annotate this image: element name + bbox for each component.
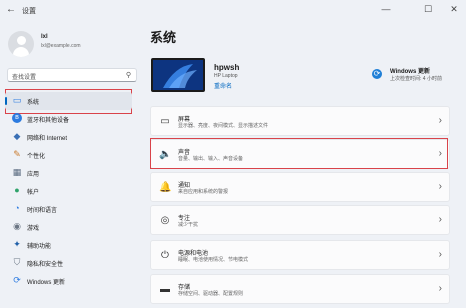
card-subtitle: 睡眠、电池使用情况、节电模式 bbox=[178, 257, 249, 263]
card-display[interactable]: ▭ 屏幕 显示器、亮度、夜间模式、显示描述文件 › bbox=[150, 106, 450, 136]
windows-update-status: 上次检查时间: 4 小时前 bbox=[390, 76, 442, 82]
update-icon: ⟳ bbox=[13, 275, 21, 285]
sidebar-item-label: 游戏 bbox=[27, 226, 40, 232]
card-storage[interactable]: ▬ 存储 存储空间、驱动器、配置规则 › bbox=[150, 274, 450, 304]
brush-icon: ✎ bbox=[13, 149, 21, 159]
sidebar-item-label: 蓝牙和其他设备 bbox=[27, 118, 70, 124]
monitor-icon: ▭ bbox=[160, 116, 170, 127]
sidebar-item-bluetooth[interactable]: ʙ 蓝牙和其他设备 bbox=[5, 110, 132, 128]
close-button[interactable]: ✕ bbox=[444, 3, 464, 15]
sound-selection-highlight bbox=[150, 138, 448, 169]
sidebar-item-label: 辅助功能 bbox=[27, 244, 52, 250]
back-arrow-icon[interactable]: ← bbox=[6, 4, 16, 15]
title-bar: ← 设置 — ☐ ✕ bbox=[0, 0, 466, 20]
apps-icon: ▦ bbox=[12, 167, 22, 177]
card-notifications[interactable]: 🔔 通知 来自应用和系统的警报 › bbox=[150, 172, 450, 202]
user-name: lxl bbox=[41, 34, 48, 40]
power-icon: ⏻ bbox=[161, 250, 169, 261]
card-power[interactable]: ⏻ 电源和电池 睡眠、电池使用情况、节电模式 › bbox=[150, 240, 450, 270]
sidebar-item-label: Windows 更新 bbox=[27, 280, 66, 286]
sidebar-item-label: 系统 bbox=[27, 100, 40, 106]
sidebar-item-label: 应用 bbox=[27, 172, 40, 178]
update-icon[interactable]: ⟳ bbox=[372, 69, 382, 79]
shield-icon: ⛉ bbox=[13, 257, 21, 267]
sidebar-item-accessibility[interactable]: ✦ 辅助功能 bbox=[5, 236, 132, 254]
chevron-right-icon: › bbox=[438, 249, 442, 260]
sidebar-item-privacy[interactable]: ⛉ 隐私和安全性 bbox=[5, 254, 132, 272]
page-title: 系统 bbox=[150, 30, 177, 45]
gamepad-icon: ◉ bbox=[13, 221, 21, 231]
window-title: 设置 bbox=[22, 8, 36, 15]
device-model: HP Laptop bbox=[214, 73, 238, 79]
windows-bloom-wallpaper-icon bbox=[153, 60, 203, 90]
search-input[interactable]: 查找设置 ⚲ bbox=[7, 68, 137, 82]
avatar-head-shape bbox=[17, 36, 26, 45]
sidebar-item-network[interactable]: ◆ 网络和 Internet bbox=[5, 128, 132, 146]
card-subtitle: 显示器、亮度、夜间模式、显示描述文件 bbox=[178, 123, 269, 129]
sidebar-item-accounts[interactable]: ● 帐户 bbox=[5, 182, 132, 200]
search-icon: ⚲ bbox=[125, 72, 131, 79]
account-icon: ● bbox=[14, 185, 20, 195]
card-focus[interactable]: ◎ 专注 减少干扰 › bbox=[150, 205, 450, 235]
storage-icon: ▬ bbox=[160, 284, 170, 295]
rename-link[interactable]: 重命名 bbox=[214, 81, 232, 90]
sidebar-item-apps[interactable]: ▦ 应用 bbox=[5, 164, 132, 182]
avatar[interactable] bbox=[8, 31, 34, 57]
sidebar-item-system[interactable]: ▭ 系统 bbox=[5, 92, 132, 110]
focus-icon: ◎ bbox=[160, 215, 170, 226]
search-placeholder: 查找设置 bbox=[12, 75, 37, 81]
sidebar-item-windows-update[interactable]: ⟳ Windows 更新 bbox=[5, 272, 132, 290]
sidebar-item-time-language[interactable]: ◔ 时间和语言 bbox=[5, 200, 132, 218]
windows-update-title[interactable]: Windows 更新 bbox=[390, 66, 430, 75]
user-email: lxl@example.com bbox=[41, 43, 81, 49]
maximize-button[interactable]: ☐ bbox=[418, 3, 438, 15]
card-subtitle: 减少干扰 bbox=[178, 222, 199, 228]
card-subtitle: 来自应用和系统的警报 bbox=[178, 189, 229, 195]
clock-globe-icon: ◔ bbox=[14, 203, 20, 213]
sidebar-item-gaming[interactable]: ◉ 游戏 bbox=[5, 218, 132, 236]
card-subtitle: 存储空间、驱动器、配置规则 bbox=[178, 291, 244, 297]
chevron-right-icon: › bbox=[438, 283, 442, 294]
chevron-right-icon: › bbox=[438, 115, 442, 126]
display-icon: ▭ bbox=[12, 95, 22, 105]
sidebar-item-label: 隐私和安全性 bbox=[27, 262, 64, 268]
bell-icon: 🔔 bbox=[159, 182, 172, 193]
chevron-right-icon: › bbox=[438, 214, 442, 225]
avatar-body-shape bbox=[13, 47, 29, 57]
device-thumbnail bbox=[151, 58, 205, 92]
accessibility-icon: ✦ bbox=[13, 239, 21, 249]
sidebar-item-label: 网络和 Internet bbox=[27, 136, 68, 142]
sidebar-item-label: 帐户 bbox=[27, 190, 40, 196]
sidebar-item-personalization[interactable]: ✎ 个性化 bbox=[5, 146, 132, 164]
bluetooth-icon: ʙ bbox=[12, 113, 22, 123]
chevron-right-icon: › bbox=[438, 181, 442, 192]
active-indicator bbox=[5, 97, 7, 105]
sidebar-item-label: 个性化 bbox=[27, 154, 46, 160]
wifi-icon: ◆ bbox=[13, 131, 21, 141]
device-name: hpwsh bbox=[214, 63, 240, 72]
minimize-button[interactable]: — bbox=[376, 3, 396, 15]
sidebar-item-label: 时间和语言 bbox=[27, 208, 58, 214]
